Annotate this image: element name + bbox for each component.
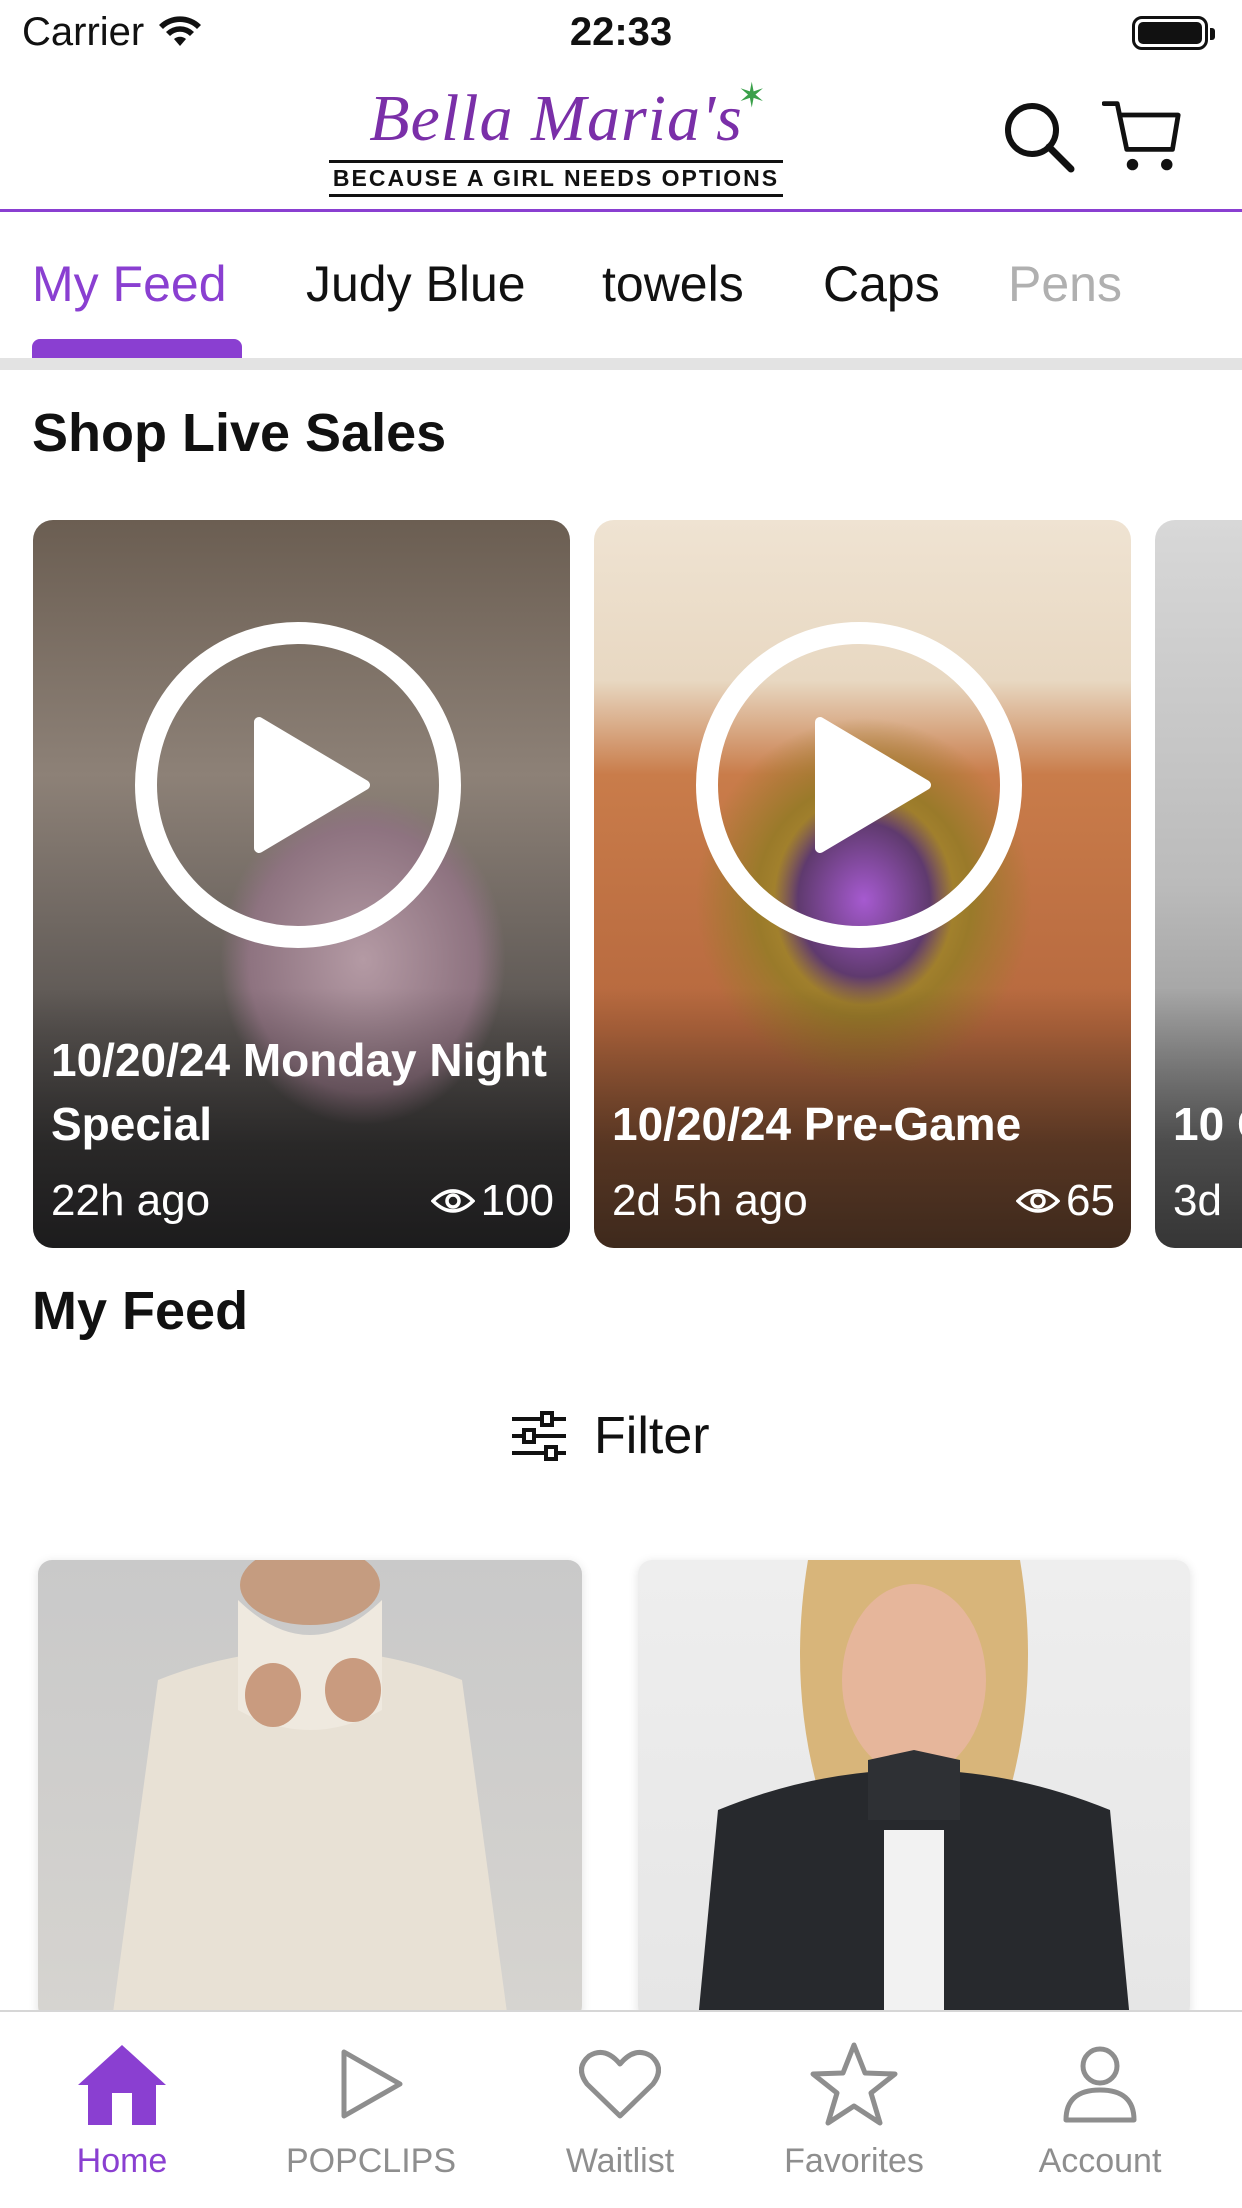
star-icon xyxy=(810,2042,898,2126)
battery-icon xyxy=(1132,16,1215,50)
product-card[interactable] xyxy=(38,1560,582,2020)
tab-towels[interactable]: towels xyxy=(602,255,744,313)
status-bar: Carrier 22:33 xyxy=(0,0,1242,66)
sliders-icon xyxy=(512,1411,566,1461)
nav-account-label: Account xyxy=(1038,2142,1162,2180)
divider xyxy=(0,358,1242,370)
live-sales-carousel[interactable]: 10/20/24 Monday Night Special 22h ago 10… xyxy=(0,520,1242,1250)
live-sale-title: 10 CA xyxy=(1173,1098,1242,1150)
nav-popclips[interactable]: POPCLIPS xyxy=(261,2034,481,2181)
product-image xyxy=(112,1560,508,2020)
nav-favorites[interactable]: Favorites xyxy=(744,2034,964,2181)
product-card[interactable] xyxy=(638,1560,1190,2020)
live-sale-time: 22h ago xyxy=(51,1176,211,1225)
filter-label: Filter xyxy=(594,1407,710,1465)
play-icon[interactable] xyxy=(133,620,463,950)
nav-home-label: Home xyxy=(76,2142,168,2180)
app-header: Bella Maria's BECAUSE A GIRL NEEDS OPTIO… xyxy=(0,66,1242,212)
live-sale-card[interactable]: 10/20/24 Pre-Game 2d 5h ago 65 xyxy=(594,520,1131,1248)
active-tab-indicator xyxy=(32,339,242,359)
filter-button[interactable]: Filter xyxy=(510,1406,710,1466)
live-sale-card[interactable]: 10/20/24 Monday Night Special 22h ago 10… xyxy=(33,520,570,1248)
logo-tagline: BECAUSE A GIRL NEEDS OPTIONS xyxy=(328,160,784,197)
brand-logo[interactable]: Bella Maria's BECAUSE A GIRL NEEDS OPTIO… xyxy=(326,77,786,198)
live-sale-time: 3d xyxy=(1173,1176,1222,1225)
search-button[interactable] xyxy=(998,96,1078,176)
nav-waitlist[interactable]: Waitlist xyxy=(510,2034,730,2181)
tab-pens[interactable]: Pens xyxy=(1008,255,1122,313)
feed-heading: My Feed xyxy=(32,1281,249,1341)
heart-icon xyxy=(579,2049,661,2119)
eye-icon xyxy=(1016,1189,1061,1213)
product-image xyxy=(698,1560,1130,2020)
play-icon[interactable] xyxy=(694,620,1024,950)
view-count-value: 100 xyxy=(480,1176,554,1225)
view-count-value: 65 xyxy=(1066,1176,1115,1225)
sparkle-icon: ✶ xyxy=(737,77,767,115)
person-icon xyxy=(1063,2046,1137,2123)
home-icon xyxy=(78,2045,166,2125)
cart-icon xyxy=(1102,101,1181,171)
view-count: 65 xyxy=(1016,1176,1115,1226)
logo-script: Bella Maria's xyxy=(369,82,743,155)
nav-popclips-label: POPCLIPS xyxy=(285,2142,457,2180)
cart-button[interactable] xyxy=(1102,96,1182,176)
live-sale-title: 10/20/24 Monday Night Special xyxy=(51,1034,547,1150)
category-tabs: My Feed Judy Blue towels Caps Pens xyxy=(0,215,1242,365)
nav-waitlist-label: Waitlist xyxy=(565,2142,675,2180)
play-icon xyxy=(341,2049,403,2119)
live-sales-heading: Shop Live Sales xyxy=(32,403,447,463)
nav-favorites-label: Favorites xyxy=(784,2142,924,2180)
live-sale-time: 2d 5h ago xyxy=(612,1176,808,1225)
view-count: 100 xyxy=(430,1176,554,1226)
tab-caps[interactable]: Caps xyxy=(823,255,940,313)
live-sale-card[interactable]: 10 CA 3d xyxy=(1155,520,1242,1248)
nav-home[interactable]: Home xyxy=(12,2034,232,2181)
tab-my-feed[interactable]: My Feed xyxy=(32,255,227,313)
bottom-tab-bar: Home POPCLIPS Waitlist Favorites Account xyxy=(0,2010,1242,2208)
search-icon xyxy=(1005,103,1075,173)
nav-account[interactable]: Account xyxy=(990,2034,1210,2181)
live-sale-title: 10/20/24 Pre-Game xyxy=(612,1098,1022,1150)
status-time: 22:33 xyxy=(569,10,673,54)
tab-judy-blue[interactable]: Judy Blue xyxy=(306,255,526,313)
eye-icon xyxy=(430,1189,475,1213)
